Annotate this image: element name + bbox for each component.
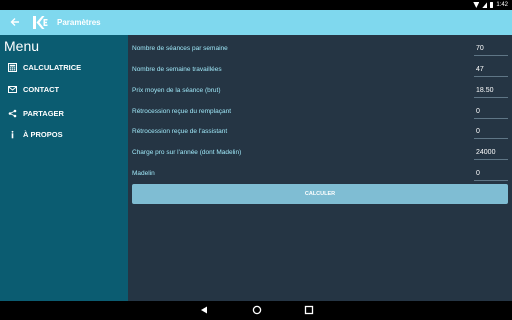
- settings-row-madelin: Madelin: [128, 163, 512, 184]
- signal-icon: [482, 2, 488, 8]
- settings-panel: Nombre de séances par semaine Nombre de …: [128, 35, 512, 301]
- menu-item-contact[interactable]: CONTACT: [0, 80, 128, 100]
- retrocession-remplacant-input[interactable]: [474, 104, 508, 119]
- seances-par-semaine-input[interactable]: [474, 41, 508, 56]
- info-icon: [11, 130, 14, 139]
- status-icons: 1:42: [473, 1, 508, 9]
- system-nav-bar: [0, 301, 512, 320]
- semaines-travaillees-input[interactable]: [474, 62, 508, 77]
- menu-item-label: À PROPOS: [23, 130, 63, 139]
- status-bar: 1:42: [0, 0, 512, 10]
- nav-home-icon[interactable]: [252, 305, 262, 315]
- madelin-input[interactable]: [474, 166, 508, 181]
- settings-row-retro-assistant: Rétrocession reçue de l'assistant: [128, 121, 512, 142]
- settings-row-prix: Prix moyen de la séance (brut): [128, 80, 512, 101]
- menu-item-label: PARTAGER: [23, 109, 64, 118]
- nav-back-icon[interactable]: [199, 305, 209, 315]
- app-bar: Paramètres: [0, 10, 512, 35]
- mail-icon: [8, 86, 17, 93]
- settings-row-charge-pro: Charge pro sur l'année (dont Madelin): [128, 142, 512, 163]
- navigation-drawer: Menu CALCULATRICE CONTACT PARTAGER À PRO…: [0, 35, 128, 301]
- field-label: Prix moyen de la séance (brut): [132, 87, 221, 94]
- share-icon: [8, 109, 17, 118]
- settings-row-seances: Nombre de séances par semaine: [128, 38, 512, 59]
- wifi-icon: [473, 2, 480, 8]
- settings-row-retro-remplacant: Rétrocession reçue du remplaçant: [128, 101, 512, 122]
- field-label: Madelin: [132, 170, 155, 177]
- app-logo-icon: [33, 16, 48, 29]
- menu-item-partager[interactable]: PARTAGER: [0, 104, 128, 124]
- menu-item-label: CALCULATRICE: [23, 63, 82, 72]
- prix-moyen-input[interactable]: [474, 83, 508, 98]
- field-label: Nombre de séances par semaine: [132, 45, 228, 52]
- nav-recent-icon[interactable]: [304, 305, 314, 315]
- calculer-button[interactable]: CALCULER: [132, 184, 508, 204]
- status-time: 1:42: [496, 2, 508, 8]
- calculator-icon: [8, 63, 17, 72]
- field-label: Nombre de semaine travaillées: [132, 66, 222, 73]
- field-label: Rétrocession reçue du remplaçant: [132, 108, 231, 115]
- page-title: Paramètres: [57, 18, 101, 27]
- battery-icon: [490, 2, 494, 8]
- field-label: Rétrocession reçue de l'assistant: [132, 128, 228, 135]
- field-label: Charge pro sur l'année (dont Madelin): [132, 149, 242, 156]
- menu-item-a-propos[interactable]: À PROPOS: [0, 125, 128, 145]
- menu-item-calculatrice[interactable]: CALCULATRICE: [0, 58, 128, 78]
- arrow-left-icon[interactable]: [9, 16, 21, 28]
- retrocession-assistant-input[interactable]: [474, 124, 508, 139]
- menu-title: Menu: [4, 38, 40, 54]
- charge-pro-input[interactable]: [474, 145, 508, 160]
- menu-item-label: CONTACT: [23, 85, 60, 94]
- settings-row-semaines: Nombre de semaine travaillées: [128, 59, 512, 80]
